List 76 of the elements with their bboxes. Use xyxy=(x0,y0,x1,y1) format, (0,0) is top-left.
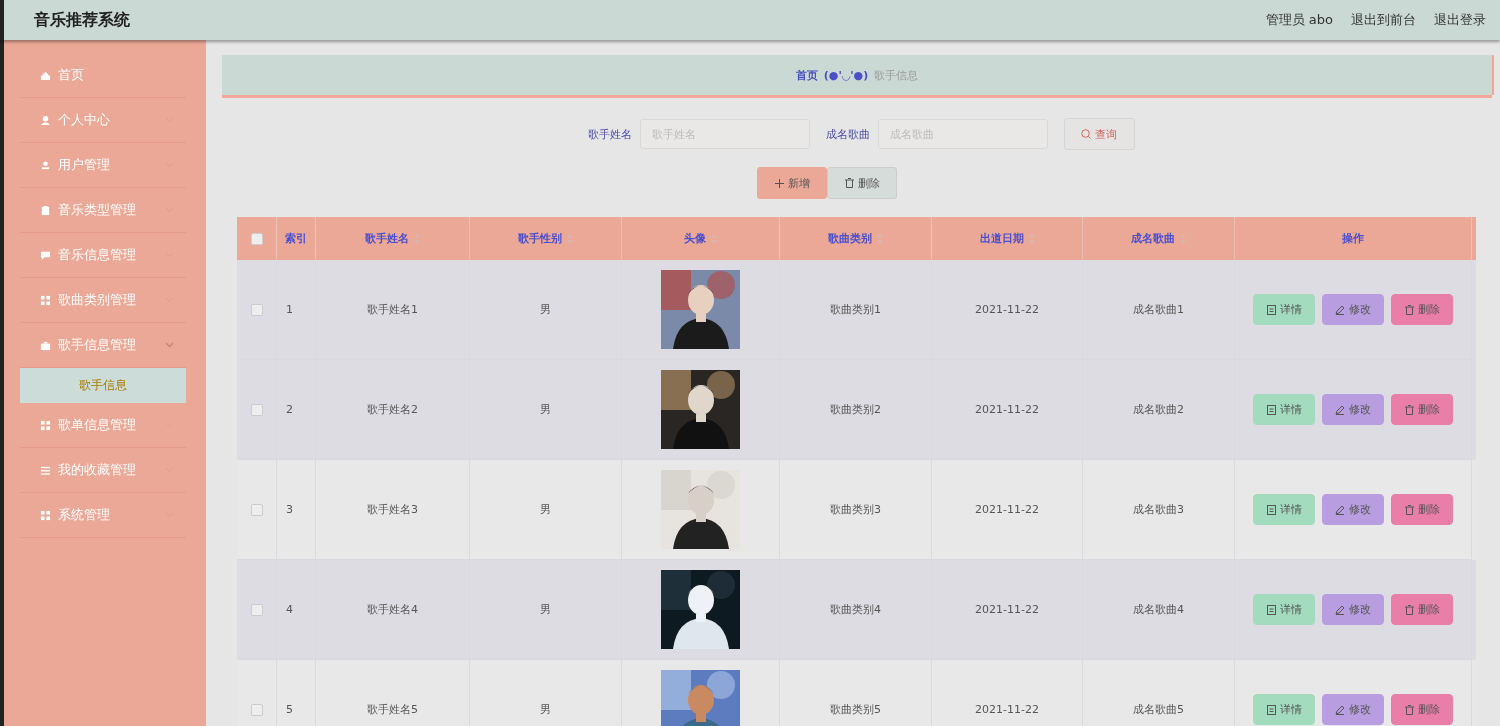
user-icon xyxy=(40,114,51,126)
delete-button[interactable]: 删除 xyxy=(1391,294,1453,325)
header-link[interactable]: 退出到前台 xyxy=(1351,11,1416,29)
trash-icon xyxy=(1404,704,1414,715)
sidebar-item[interactable]: 歌单信息管理 xyxy=(20,403,186,448)
row-checkbox[interactable] xyxy=(250,403,263,416)
search-icon xyxy=(1081,129,1091,139)
document-icon xyxy=(1266,704,1276,715)
sidebar-item[interactable]: 音乐类型管理 xyxy=(20,188,186,233)
table-cell: 成名歌曲5 xyxy=(1083,660,1235,726)
table-cell: 2021-11-22 xyxy=(932,660,1083,726)
detail-button[interactable]: 详情 xyxy=(1253,494,1315,525)
edit-button[interactable]: 修改 xyxy=(1322,294,1384,325)
home-icon xyxy=(40,69,51,81)
field-label: 成名歌曲 xyxy=(825,126,870,142)
header-link[interactable]: 退出登录 xyxy=(1434,11,1486,29)
table-cell: 歌曲类别5 xyxy=(780,660,932,726)
detail-button[interactable]: 详情 xyxy=(1253,294,1315,325)
sidebar-item[interactable]: 个人中心 xyxy=(20,98,186,143)
document-icon xyxy=(1266,504,1276,515)
breadcrumb-link[interactable]: 首页 xyxy=(795,67,818,83)
header-link[interactable]: 管理员 abo xyxy=(1265,11,1333,29)
trash-icon xyxy=(1404,304,1414,315)
edit-button[interactable]: 修改 xyxy=(1322,394,1384,425)
list-icon xyxy=(40,464,51,476)
person-icon xyxy=(40,159,51,171)
grid-icon xyxy=(40,509,51,521)
row-checkbox[interactable] xyxy=(250,703,263,716)
detail-button[interactable]: 详情 xyxy=(1253,694,1315,725)
delete-button[interactable]: 删除 xyxy=(1391,594,1453,625)
sidebar-item[interactable]: 我的收藏管理 xyxy=(20,448,186,493)
pencil-icon xyxy=(1335,704,1345,715)
table-cell: 男 xyxy=(470,660,622,726)
clipboard-icon xyxy=(40,204,51,216)
sidebar-item[interactable]: 音乐信息管理 xyxy=(20,233,186,278)
trash-icon xyxy=(1404,504,1414,515)
edit-button[interactable]: 修改 xyxy=(1322,694,1384,725)
search-button[interactable]: 查询 xyxy=(1063,118,1135,150)
document-icon xyxy=(1266,604,1276,615)
trash-icon xyxy=(1404,604,1414,615)
pencil-icon xyxy=(1335,304,1345,315)
sidebar-subitem[interactable]: 歌手信息 xyxy=(20,368,186,403)
document-icon xyxy=(1266,304,1276,315)
briefcase-icon xyxy=(40,339,51,351)
pencil-icon xyxy=(1335,504,1345,515)
row-checkbox[interactable] xyxy=(250,303,263,316)
table-cell: 5 xyxy=(277,660,316,726)
grid-icon xyxy=(40,294,51,306)
breadcrumb-separator: (●'◡'●) xyxy=(823,68,869,82)
sidebar-item[interactable]: 系统管理 xyxy=(20,493,186,538)
delete-button[interactable]: 删除 xyxy=(827,167,897,199)
sidebar-item[interactable]: 首页 xyxy=(20,53,186,98)
edit-button[interactable]: 修改 xyxy=(1322,594,1384,625)
detail-button[interactable]: 详情 xyxy=(1253,594,1315,625)
delete-button[interactable]: 删除 xyxy=(1391,694,1453,725)
document-icon xyxy=(1266,404,1276,415)
delete-button[interactable]: 删除 xyxy=(1391,394,1453,425)
trash-icon xyxy=(1404,404,1414,415)
grid-icon xyxy=(40,419,51,431)
row-checkbox[interactable] xyxy=(250,603,263,616)
table-cell: 歌手姓名5 xyxy=(316,660,470,726)
row-checkbox[interactable] xyxy=(250,503,263,516)
edit-button[interactable]: 修改 xyxy=(1322,494,1384,525)
delete-button[interactable]: 删除 xyxy=(1391,494,1453,525)
sidebar-item[interactable]: 用户管理 xyxy=(20,143,186,188)
field-label: 歌手姓名 xyxy=(587,126,632,142)
chat-icon xyxy=(40,249,51,261)
sidebar-item[interactable]: 歌曲类别管理 xyxy=(20,278,186,323)
app-title: 音乐推荐系统 xyxy=(34,9,131,31)
plus-icon xyxy=(774,178,784,188)
detail-button[interactable]: 详情 xyxy=(1253,394,1315,425)
trash-icon xyxy=(844,178,854,188)
pencil-icon xyxy=(1335,604,1345,615)
add-button[interactable]: 新增 xyxy=(757,167,827,199)
select-all-checkbox[interactable] xyxy=(250,232,263,245)
pencil-icon xyxy=(1335,404,1345,415)
